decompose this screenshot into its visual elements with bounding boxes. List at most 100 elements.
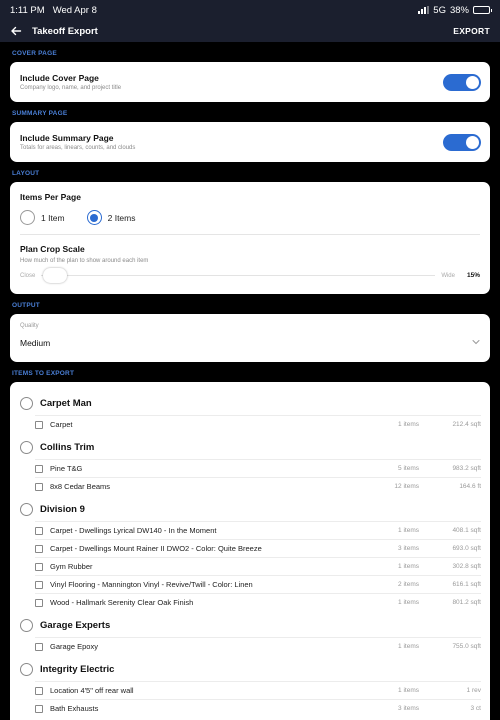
group-select-radio[interactable] <box>20 441 33 454</box>
cover-page-title: Include Cover Page <box>20 73 99 83</box>
group-header[interactable]: Integrity Electric <box>20 658 481 681</box>
network-type: 5G <box>433 4 446 16</box>
group-header[interactable]: Garage Experts <box>20 614 481 637</box>
item-checkbox[interactable] <box>35 686 43 695</box>
item-row[interactable]: Garage Epoxy 1 items 755.0 sqft <box>35 637 481 655</box>
slider-handle[interactable] <box>43 267 68 283</box>
cover-page-toggle[interactable] <box>443 73 481 91</box>
section-label-summary: SUMMARY PAGE <box>12 110 68 117</box>
layout-card: Items Per Page 1 Item 2 Items Plan Crop … <box>10 182 490 294</box>
item-checkbox[interactable] <box>35 464 43 473</box>
item-qty: 693.0 sqft <box>452 545 481 552</box>
group-name: Integrity Electric <box>40 664 115 675</box>
status-bar: 1:11 PM Wed Apr 8 5G 38% <box>0 0 500 20</box>
item-row[interactable]: Gym Rubber 1 items 302.8 sqft <box>35 557 481 575</box>
group-select-radio[interactable] <box>20 663 33 676</box>
item-checkbox[interactable] <box>35 420 43 429</box>
item-checkbox[interactable] <box>35 704 43 713</box>
section-label-layout: LAYOUT <box>12 170 40 177</box>
status-date: Wed Apr 8 <box>52 4 97 16</box>
group-select-radio[interactable] <box>20 397 33 410</box>
slider-min-label: Close <box>20 272 36 279</box>
item-name: Wood - Hallmark Serenity Clear Oak Finis… <box>50 598 194 607</box>
item-name: Pine T&G <box>50 464 83 473</box>
item-checkbox[interactable] <box>35 598 43 607</box>
item-count: 2 items <box>398 581 419 588</box>
item-row[interactable]: Carpet - Dwellings Lyrical DW140 - In th… <box>35 521 481 539</box>
item-qty: 755.0 sqft <box>452 643 481 650</box>
item-name: Bath Exhausts <box>50 704 99 713</box>
item-checkbox[interactable] <box>35 544 43 553</box>
page-title: Takeoff Export <box>32 25 98 37</box>
item-checkbox[interactable] <box>35 580 43 589</box>
item-row[interactable]: Carpet 1 items 212.4 sqft <box>35 415 481 433</box>
radio-two-items[interactable] <box>86 210 102 225</box>
item-count: 3 items <box>398 545 419 552</box>
quality-select[interactable]: Quality Medium <box>10 314 490 362</box>
item-row[interactable]: Location 4'5" off rear wall 1 items 1 rev <box>35 681 481 699</box>
item-qty: 164.6 ft <box>459 483 481 490</box>
status-time: 1:11 PM <box>10 4 45 16</box>
item-checkbox[interactable] <box>35 482 43 491</box>
item-qty: 616.1 sqft <box>452 581 481 588</box>
crop-scale-subtitle: How much of the plan to show around each… <box>20 258 149 264</box>
section-label-items: ITEMS TO EXPORT <box>12 370 75 377</box>
cover-page-subtitle: Company logo, name, and project title <box>20 85 122 91</box>
settings-content: COVER PAGE Include Cover Page Company lo… <box>0 42 500 720</box>
item-qty: 212.4 sqft <box>452 421 481 428</box>
summary-page-row[interactable]: Include Summary Page Totals for areas, l… <box>10 122 490 162</box>
signal-icon <box>418 6 430 14</box>
summary-page-title: Include Summary Page <box>20 133 114 143</box>
item-count: 12 items <box>394 483 419 490</box>
item-row[interactable]: Wood - Hallmark Serenity Clear Oak Finis… <box>35 593 481 611</box>
quality-value: Medium <box>20 338 51 348</box>
item-count: 1 items <box>398 599 419 606</box>
group-select-radio[interactable] <box>20 503 33 516</box>
section-label-output: OUTPUT <box>12 302 40 309</box>
group-name: Carpet Man <box>40 398 92 409</box>
export-button[interactable]: EXPORT <box>453 26 490 36</box>
item-qty: 302.8 sqft <box>452 563 481 570</box>
section-label-cover: COVER PAGE <box>12 50 57 57</box>
cover-page-row[interactable]: Include Cover Page Company logo, name, a… <box>10 62 490 102</box>
item-qty: 801.2 sqft <box>452 599 481 606</box>
item-qty: 1 rev <box>466 687 481 694</box>
option-one-item[interactable]: 1 Item <box>20 210 65 225</box>
item-name: 8x8 Cedar Beams <box>50 482 111 491</box>
summary-page-toggle[interactable] <box>443 133 481 151</box>
item-count: 3 items <box>398 705 419 712</box>
item-row[interactable]: 8x8 Cedar Beams 12 items 164.6 ft <box>35 477 481 495</box>
items-per-page-options: 1 Item 2 Items <box>20 210 480 225</box>
item-checkbox[interactable] <box>35 526 43 535</box>
item-row[interactable]: Bath Exhausts 3 items 3 ct <box>35 699 481 717</box>
item-count: 1 items <box>398 643 419 650</box>
option-two-items[interactable]: 2 Items <box>86 210 136 225</box>
slider-max-label: Wide <box>441 272 455 279</box>
group-header[interactable]: Collins Trim <box>20 436 481 459</box>
item-name: Carpet <box>50 420 73 429</box>
quality-label: Quality <box>20 323 39 329</box>
group-name: Collins Trim <box>40 442 95 453</box>
group-select-radio[interactable] <box>20 619 33 632</box>
item-checkbox[interactable] <box>35 562 43 571</box>
arrow-left-icon[interactable] <box>10 25 22 37</box>
group-header[interactable]: Carpet Man <box>20 392 481 415</box>
item-count: 5 items <box>398 465 419 472</box>
item-count: 1 items <box>398 421 419 428</box>
item-name: Location 4'5" off rear wall <box>50 686 134 695</box>
item-checkbox[interactable] <box>35 642 43 651</box>
item-row[interactable]: Pine T&G 5 items 983.2 sqft <box>35 459 481 477</box>
battery-percent: 38% <box>449 4 469 16</box>
items-per-page-title: Items Per Page <box>20 192 81 202</box>
item-qty: 408.1 sqft <box>452 527 481 534</box>
battery-icon <box>473 6 492 14</box>
item-qty: 983.2 sqft <box>452 465 481 472</box>
crop-scale-slider[interactable] <box>41 267 436 283</box>
radio-one-item[interactable] <box>20 210 35 225</box>
item-row[interactable]: Carpet - Dwellings Mount Rainer II DWO2 … <box>35 539 481 557</box>
summary-page-subtitle: Totals for areas, linears, counts, and c… <box>20 145 136 151</box>
items-list: Carpet Man Carpet 1 items 212.4 sqft Collins… <box>10 382 490 720</box>
group-header[interactable]: Division 9 <box>20 498 481 521</box>
divider <box>20 234 480 235</box>
item-row[interactable]: Vinyl Flooring - Mannington Vinyl - Revi… <box>35 575 481 593</box>
